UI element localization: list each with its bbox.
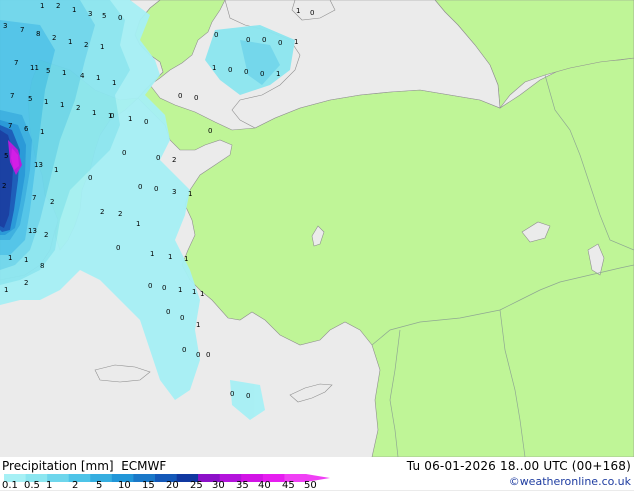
precip-value: 0	[208, 127, 212, 135]
precip-value: 1	[40, 2, 44, 10]
precip-value: 4	[80, 72, 85, 80]
precip-value: 1	[192, 288, 196, 296]
credit-link[interactable]: ©weatheronline.co.uk	[509, 475, 631, 488]
model-name: ECMWF	[121, 459, 167, 473]
precip-value: 0	[110, 112, 114, 120]
product-name: Precipitation [mm]	[2, 459, 114, 473]
precip-value: 2	[24, 279, 28, 287]
precip-value: 7	[20, 26, 24, 34]
precip-value: 2	[84, 41, 88, 49]
precip-value: 0	[148, 282, 152, 290]
precip-value: 7	[32, 194, 36, 202]
precip-value: 2	[2, 182, 6, 190]
precip-value: 2	[76, 104, 80, 112]
precip-value: 0	[182, 346, 186, 354]
map-footer: Precipitation [mm] ECMWF Tu 06-01-2026 1…	[0, 457, 634, 491]
valid-time: Tu 06-01-2026 18..00 UTC (00+168)	[406, 459, 631, 473]
precip-value: 0	[230, 390, 234, 398]
precip-value: 0	[310, 9, 314, 17]
precip-value: 1	[294, 38, 298, 46]
precip-value: 2	[56, 2, 60, 10]
precip-value: 0	[154, 185, 158, 193]
precip-value: 1	[92, 109, 96, 117]
precip-value: 0	[278, 39, 282, 47]
precip-value: 1	[128, 115, 132, 123]
precip-value: 0	[180, 314, 184, 322]
precip-value: 3	[88, 10, 92, 18]
precip-value: 3	[172, 188, 176, 196]
precip-value: 1	[62, 69, 66, 77]
precip-value: 1	[200, 290, 204, 298]
precip-value: 2	[52, 34, 56, 42]
precip-value: 2	[100, 208, 104, 216]
precip-value: 1	[188, 190, 192, 198]
precip-value: 5	[4, 152, 8, 160]
precip-value: 1	[4, 286, 8, 294]
precip-value: 1	[196, 321, 200, 329]
precip-value: 5	[46, 67, 50, 75]
precip-value: 0	[178, 92, 182, 100]
precip-value: 1	[296, 7, 300, 15]
precip-value: 1	[8, 254, 12, 262]
weather-map-screen: 1 2 1 3 5 0 3 7 8 2 1 2 1 7 11 5 1 4 1 1…	[0, 0, 634, 491]
precip-value: 0	[206, 351, 210, 359]
precip-value: 1	[100, 43, 104, 51]
precip-value: 1	[40, 128, 44, 136]
precip-value: 2	[172, 156, 176, 164]
precip-value: 0	[196, 351, 200, 359]
precip-value: 6	[24, 125, 29, 133]
precipitation-map: 1 2 1 3 5 0 3 7 8 2 1 2 1 7 11 5 1 4 1 1…	[0, 0, 634, 457]
precip-value: 7	[8, 122, 12, 130]
precip-value: 1	[24, 256, 28, 264]
precip-value: 1	[178, 286, 182, 294]
precip-value: 1	[212, 64, 216, 72]
precip-value: 0	[122, 149, 126, 157]
precip-value: 0	[246, 392, 250, 400]
precip-value: 0	[166, 308, 170, 316]
precip-value: 1	[96, 74, 100, 82]
precip-value: 1	[68, 38, 72, 46]
precip-value: 0	[246, 36, 250, 44]
precip-value: 0	[228, 66, 232, 74]
precip-value: 3	[3, 22, 7, 30]
precip-value: 1	[168, 253, 172, 261]
precip-value: 0	[88, 174, 92, 182]
precip-value: 0	[156, 154, 160, 162]
precip-value: 0	[194, 94, 198, 102]
precip-value: 7	[14, 59, 18, 67]
precip-value: 1	[112, 79, 116, 87]
precip-value: 13	[34, 161, 43, 169]
precip-value: 11	[30, 64, 39, 72]
precip-value: 0	[116, 244, 120, 252]
precip-value: 2	[50, 198, 54, 206]
precip-value: 13	[28, 227, 37, 235]
precip-value: 7	[10, 92, 14, 100]
precip-value: 1	[276, 70, 280, 78]
product-title: Precipitation [mm] ECMWF	[2, 459, 166, 473]
precip-value: 0	[138, 183, 142, 191]
precip-value: 8	[36, 30, 40, 38]
precip-value: 5	[102, 12, 106, 20]
precip-value: 8	[40, 262, 44, 270]
precip-value: 0	[214, 31, 218, 39]
precip-value: 0	[118, 14, 122, 22]
precip-value: 5	[28, 95, 32, 103]
precip-value: 1	[136, 220, 140, 228]
precip-value: 1	[60, 101, 64, 109]
precip-value: 1	[54, 166, 58, 174]
precip-value: 1	[184, 255, 188, 263]
precip-value: 0	[144, 118, 148, 126]
precip-value: 1	[44, 98, 48, 106]
precip-value: 2	[44, 231, 48, 239]
precip-value: 1	[72, 6, 76, 14]
precip-value: 1	[150, 250, 154, 258]
precip-value: 0	[244, 68, 248, 76]
precip-value: 0	[260, 70, 264, 78]
precip-value: 2	[118, 210, 122, 218]
precip-value: 0	[162, 284, 166, 292]
precip-value: 0	[262, 36, 266, 44]
